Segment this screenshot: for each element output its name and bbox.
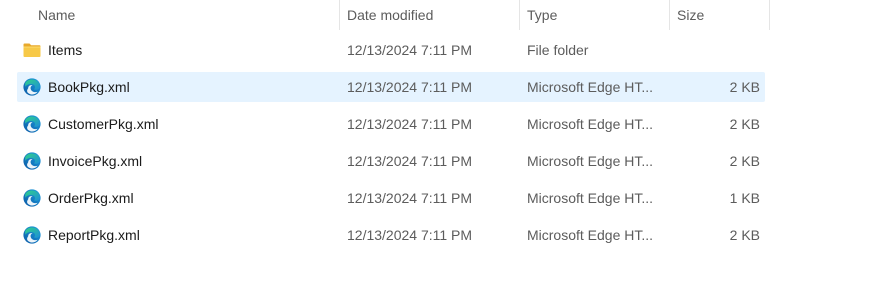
column-header-type[interactable]: Type xyxy=(527,0,667,30)
file-row[interactable]: ReportPkg.xml 12/13/2024 7:11 PM Microsoft… xyxy=(17,220,765,250)
file-row[interactable]: Items 12/13/2024 7:11 PM File folder xyxy=(17,35,765,65)
file-type: File folder xyxy=(527,42,589,58)
file-date-modified: 12/13/2024 7:11 PM xyxy=(347,42,473,58)
edge-icon xyxy=(22,225,42,245)
file-size: 2 KB xyxy=(729,227,760,243)
file-name: CustomerPkg.xml xyxy=(48,116,159,132)
column-header-size-label: Size xyxy=(677,7,705,23)
file-size: 2 KB xyxy=(729,79,760,95)
file-size xyxy=(669,35,760,65)
folder-icon xyxy=(22,40,42,60)
file-size: 2 KB xyxy=(729,116,760,132)
column-header-size[interactable]: Size xyxy=(677,0,767,30)
file-row[interactable]: OrderPkg.xml 12/13/2024 7:11 PM Microsoft … xyxy=(17,183,765,213)
file-date-modified: 12/13/2024 7:11 PM xyxy=(347,79,473,95)
file-type: Microsoft Edge HT... xyxy=(527,190,654,206)
column-header-name[interactable]: Name xyxy=(38,0,338,30)
column-header-name-label: Name xyxy=(38,7,76,23)
file-name: Items xyxy=(48,42,83,58)
file-row[interactable]: BookPkg.xml 12/13/2024 7:11 PM Microsoft E… xyxy=(17,72,765,102)
file-list-view: Name ˇ Date modified Type Size Items 12/1… xyxy=(0,0,872,297)
column-divider[interactable] xyxy=(669,0,670,30)
file-type: Microsoft Edge HT... xyxy=(527,153,654,169)
edge-icon xyxy=(22,77,42,97)
file-type: Microsoft Edge HT... xyxy=(527,227,654,243)
column-header-date-modified[interactable]: Date modified xyxy=(347,0,517,30)
file-name: InvoicePkg.xml xyxy=(48,153,143,169)
edge-icon xyxy=(22,188,42,208)
column-header-type-label: Type xyxy=(527,7,558,23)
file-name: BookPkg.xml xyxy=(48,79,130,95)
column-divider[interactable] xyxy=(519,0,520,30)
file-date-modified: 12/13/2024 7:11 PM xyxy=(347,227,473,243)
column-header-date-label: Date modified xyxy=(347,7,434,23)
file-rows: Items 12/13/2024 7:11 PM File folder BookP… xyxy=(17,35,765,257)
file-date-modified: 12/13/2024 7:11 PM xyxy=(347,190,473,206)
file-size: 2 KB xyxy=(729,153,760,169)
file-row[interactable]: InvoicePkg.xml 12/13/2024 7:11 PM Microsof… xyxy=(17,146,765,176)
column-header-bar: Name ˇ Date modified Type Size xyxy=(0,0,770,30)
file-name: ReportPkg.xml xyxy=(48,227,140,243)
file-date-modified: 12/13/2024 7:11 PM xyxy=(347,153,473,169)
column-divider[interactable] xyxy=(769,0,770,30)
file-row[interactable]: CustomerPkg.xml 12/13/2024 7:11 PM Microso… xyxy=(17,109,765,139)
file-size: 1 KB xyxy=(729,190,760,206)
file-date-modified: 12/13/2024 7:11 PM xyxy=(347,116,473,132)
file-name: OrderPkg.xml xyxy=(48,190,134,206)
sort-arrow-icon: ˇ xyxy=(178,0,182,8)
file-type: Microsoft Edge HT... xyxy=(527,116,654,132)
edge-icon xyxy=(22,114,42,134)
column-divider[interactable] xyxy=(339,0,340,30)
file-type: Microsoft Edge HT... xyxy=(527,79,654,95)
edge-icon xyxy=(22,151,42,171)
